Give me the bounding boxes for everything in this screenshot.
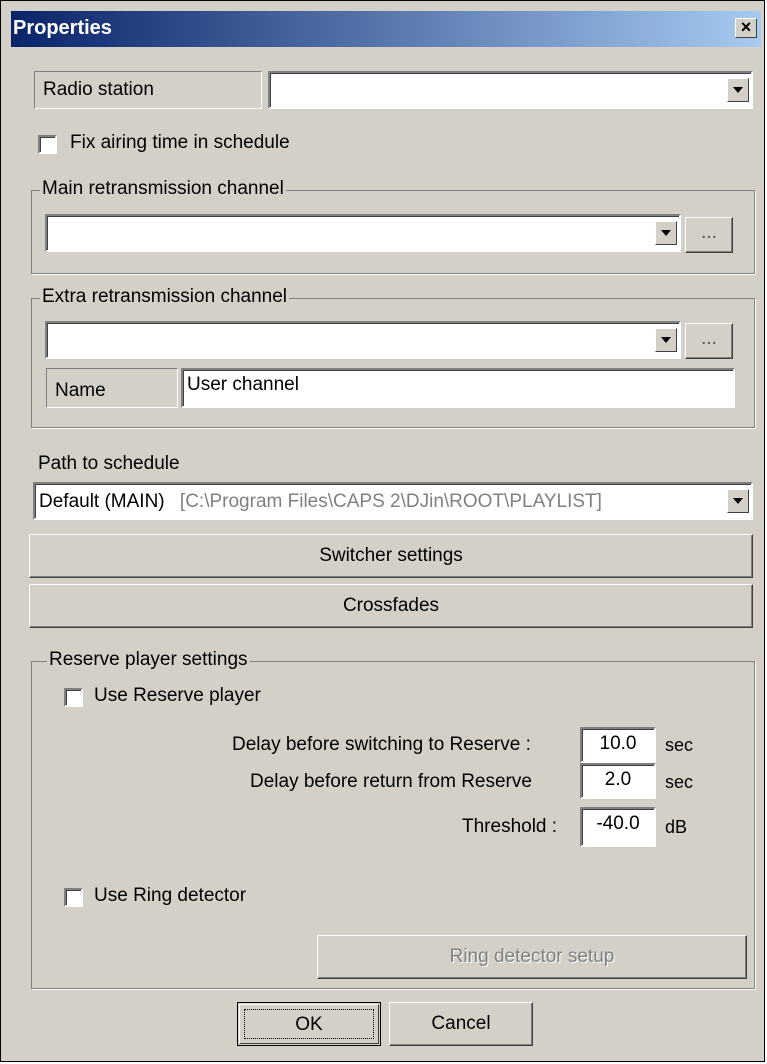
main-channel-browse-label: ... bbox=[701, 222, 717, 243]
radio-station-label: Radio station bbox=[43, 79, 154, 100]
extra-channel-browse-button[interactable]: ... bbox=[685, 323, 733, 359]
main-channel-browse-button[interactable]: ... bbox=[685, 217, 733, 253]
threshold-unit: dB bbox=[665, 817, 688, 837]
ok-label: OK bbox=[295, 1014, 323, 1035]
switcher-settings-label: Switcher settings bbox=[319, 545, 463, 566]
radio-station-label-box: Radio station bbox=[34, 71, 262, 109]
ring-detector-setup-label: Ring detector setup bbox=[449, 946, 615, 967]
delay-switch-value: 10.0 bbox=[599, 733, 637, 754]
crossfades-label: Crossfades bbox=[342, 595, 440, 616]
main-channel-select[interactable] bbox=[45, 214, 681, 252]
use-reserve-checkbox[interactable] bbox=[64, 688, 83, 707]
use-ring-detector-checkbox[interactable] bbox=[64, 888, 83, 907]
path-to-schedule-label: Path to schedule bbox=[38, 453, 180, 474]
crossfades-button[interactable]: Crossfades bbox=[29, 584, 753, 628]
threshold-value: -40.0 bbox=[596, 813, 640, 834]
window-title: Properties bbox=[13, 17, 112, 39]
radio-station-select[interactable] bbox=[268, 71, 753, 109]
extra-channel-name-label: Name bbox=[55, 380, 106, 401]
extra-channel-name-input[interactable]: User channel bbox=[181, 368, 735, 408]
delay-return-label: Delay before return from Reserve bbox=[250, 771, 532, 792]
fix-airing-checkbox[interactable] bbox=[38, 135, 57, 154]
path-selected-main: Default (MAIN) bbox=[39, 491, 165, 512]
threshold-input[interactable]: -40.0 bbox=[580, 807, 656, 847]
ok-button[interactable]: OK bbox=[237, 1002, 381, 1046]
reserve-player-group-title: Reserve player settings bbox=[47, 649, 250, 671]
main-channel-dropdown-icon[interactable] bbox=[655, 221, 677, 245]
fix-airing-label: Fix airing time in schedule bbox=[70, 132, 290, 153]
extra-channel-browse-label: ... bbox=[701, 328, 717, 349]
cancel-label: Cancel bbox=[431, 1013, 491, 1034]
radio-station-dropdown-icon[interactable] bbox=[727, 78, 749, 102]
delay-return-unit: sec bbox=[665, 772, 694, 792]
delay-return-input[interactable]: 2.0 bbox=[580, 763, 656, 799]
use-ring-detector-label: Use Ring detector bbox=[94, 885, 247, 906]
main-channel-group-title: Main retransmission channel bbox=[40, 178, 286, 200]
delay-return-value: 2.0 bbox=[604, 769, 632, 790]
ring-detector-setup-button[interactable]: Ring detector setup bbox=[317, 935, 747, 979]
extra-channel-group-title: Extra retransmission channel bbox=[40, 286, 289, 308]
delay-switch-unit: sec bbox=[665, 735, 694, 755]
path-dropdown-icon[interactable] bbox=[727, 489, 749, 513]
close-icon[interactable]: × bbox=[735, 18, 757, 38]
extra-channel-name-label-box: Name bbox=[46, 368, 178, 408]
delay-switch-label: Delay before switching to Reserve : bbox=[232, 734, 531, 755]
use-reserve-label: Use Reserve player bbox=[94, 685, 261, 706]
extra-channel-select[interactable] bbox=[45, 321, 681, 359]
threshold-label: Threshold : bbox=[462, 816, 558, 837]
extra-channel-dropdown-icon[interactable] bbox=[655, 328, 677, 352]
path-selected-path: [C:\Program Files\CAPS 2\DJin\ROOT\PLAYL… bbox=[179, 491, 602, 512]
delay-switch-input[interactable]: 10.0 bbox=[580, 727, 656, 763]
switcher-settings-button[interactable]: Switcher settings bbox=[29, 534, 753, 578]
properties-dialog: Properties × Radio station Fix airing ti… bbox=[0, 0, 765, 1062]
path-to-schedule-select[interactable]: Default (MAIN) [C:\Program Files\CAPS 2\… bbox=[33, 482, 753, 520]
title-bar[interactable]: Properties × bbox=[11, 11, 761, 47]
cancel-button[interactable]: Cancel bbox=[389, 1002, 533, 1046]
extra-channel-group bbox=[31, 298, 755, 428]
extra-channel-name-value: User channel bbox=[187, 374, 299, 395]
